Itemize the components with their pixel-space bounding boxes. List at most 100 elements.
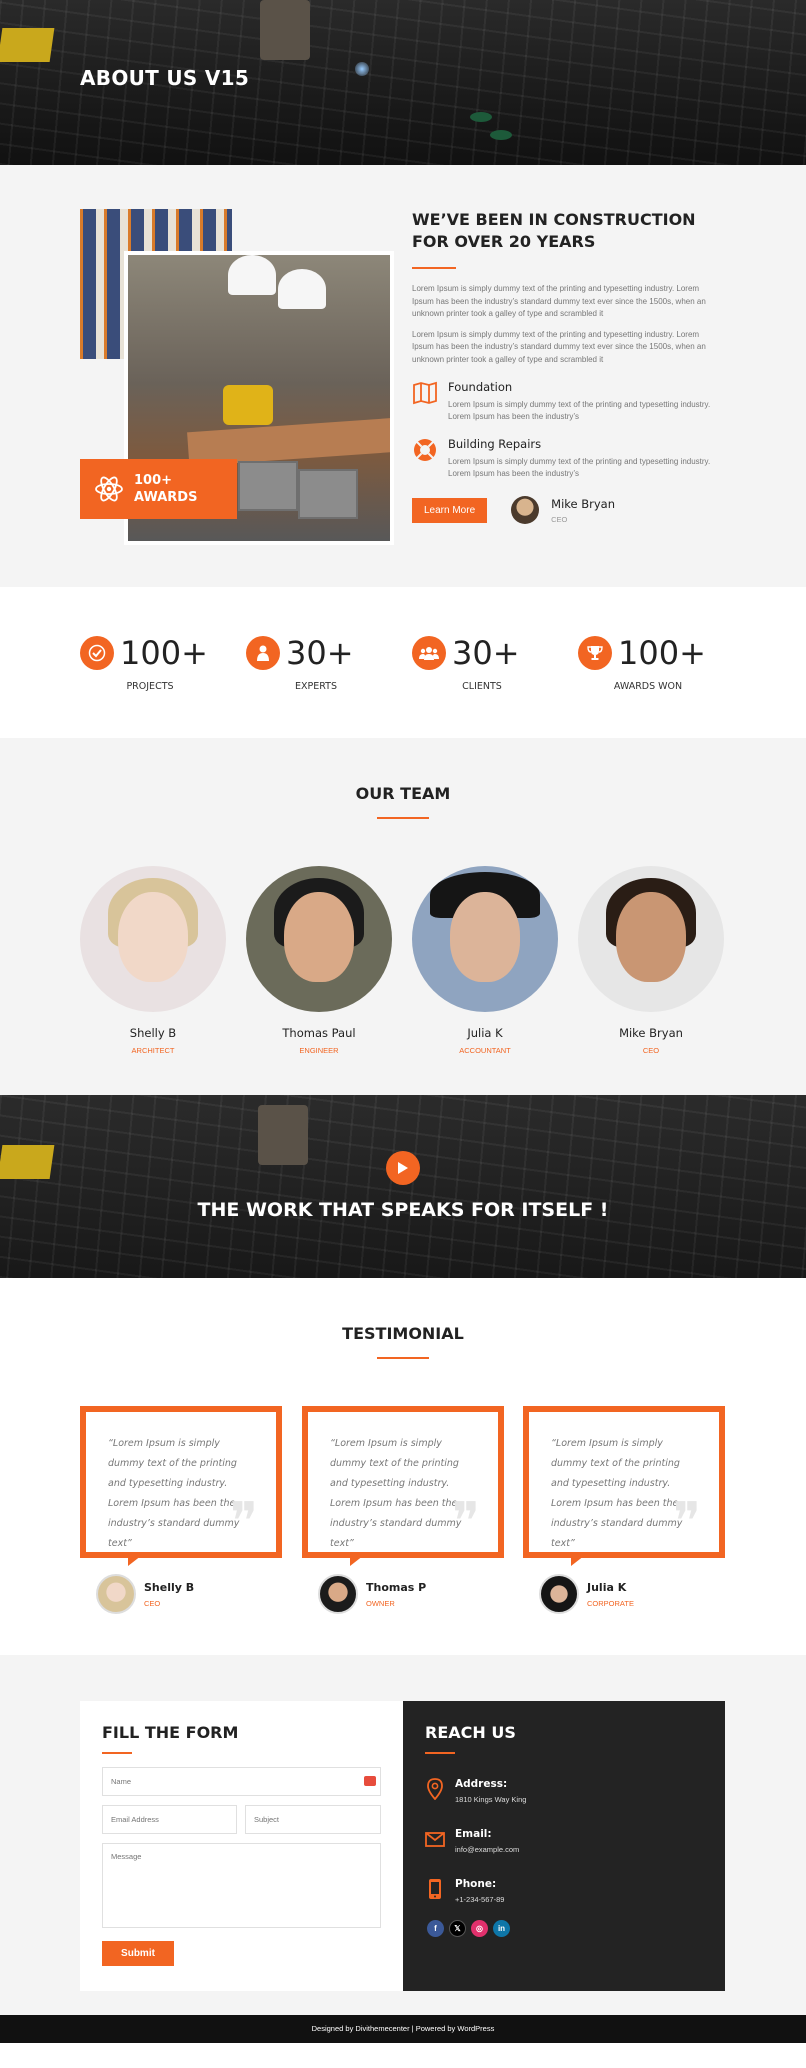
email-field[interactable] — [102, 1805, 237, 1834]
stat-row: 100+ — [578, 635, 718, 671]
envelope-icon — [425, 1832, 445, 1847]
contact-form: FILL THE FORM Submit — [80, 1701, 403, 1991]
avatar — [511, 496, 540, 524]
speech-tail — [350, 1552, 368, 1566]
member-role: CEO — [642, 1046, 660, 1055]
hero-background-marker — [490, 130, 512, 140]
ceo-role: CEO — [551, 514, 568, 524]
email-label: Email: — [455, 1828, 492, 1840]
page: ABOUT US V15 100+ AWARDS WE’VE BEEN IN C… — [0, 0, 806, 2043]
testimonial-author: Julia K CORPORATE — [523, 1574, 725, 1614]
member-photo — [412, 866, 558, 1012]
phone-value[interactable]: +1-234-567-89 — [455, 1895, 504, 1904]
group-icon — [412, 636, 446, 670]
team-title: OUR TEAM — [355, 784, 451, 803]
member-role: ENGINEER — [299, 1046, 339, 1055]
phone-label: Phone: — [455, 1878, 497, 1890]
author-name: Thomas P — [366, 1580, 427, 1594]
author-info: Thomas P OWNER — [366, 1581, 426, 1608]
about-content: WE’VE BEEN IN CONSTRUCTION FOR OVER 20 Y… — [412, 209, 722, 524]
stat-label: EXPERTS — [295, 681, 337, 692]
lifebuoy-icon — [414, 439, 436, 461]
stat-row: 100+ — [80, 635, 220, 671]
feature-text: Lorem Ipsum is simply dummy text of the … — [448, 400, 711, 421]
stat-experts: 30+ EXPERTS — [246, 635, 386, 692]
subject-field[interactable] — [245, 1805, 381, 1834]
x-twitter-icon[interactable]: 𝕏 — [449, 1920, 466, 1937]
site-footer: Designed by Divithemecenter | Powered by… — [0, 2015, 806, 2043]
feature-title: Foundation — [448, 380, 513, 394]
author-role: CEO — [144, 1598, 161, 1608]
address-value: 1810 Kings Way King — [455, 1795, 527, 1804]
name-field[interactable] — [102, 1767, 381, 1796]
stat-awards: 100+ AWARDS WON — [578, 635, 718, 692]
stat-number: 100+ — [120, 634, 208, 672]
stat-label: PROJECTS — [126, 681, 174, 692]
testimonial-quote: “Lorem Ipsum is simply dummy text of the… — [108, 1438, 240, 1549]
instagram-icon[interactable]: ◎ — [471, 1920, 488, 1937]
team-member[interactable]: Thomas Paul ENGINEER — [246, 866, 392, 1055]
about-paragraph: Lorem Ipsum is simply dummy text of the … — [412, 284, 706, 318]
video-banner: THE WORK THAT SPEAKS FOR ITSELF ! — [0, 1095, 806, 1278]
section-divider — [377, 1357, 429, 1359]
avatar — [96, 1574, 136, 1614]
author-info: Julia K CORPORATE — [587, 1581, 634, 1608]
about-section: 100+ AWARDS WE’VE BEEN IN CONSTRUCTION F… — [0, 165, 806, 587]
atom-icon — [95, 476, 123, 502]
testimonial-card: “Lorem Ipsum is simply dummy text of the… — [523, 1406, 725, 1614]
play-button[interactable] — [386, 1151, 420, 1185]
team-member[interactable]: Shelly B ARCHITECT — [80, 866, 226, 1055]
testimonial-card: “Lorem Ipsum is simply dummy text of the… — [80, 1406, 282, 1614]
learn-more-button[interactable]: Learn More — [412, 497, 488, 523]
linkedin-icon[interactable]: in — [493, 1920, 510, 1937]
cinder-block-shape — [238, 461, 298, 511]
team-member[interactable]: Mike Bryan CEO — [578, 866, 724, 1055]
person-icon — [246, 636, 280, 670]
email-item: Email: info@example.com — [425, 1828, 703, 1854]
speech-tail — [128, 1552, 146, 1566]
stat-clients: 30+ CLIENTS — [412, 635, 552, 692]
email-value[interactable]: info@example.com — [455, 1845, 519, 1854]
member-name: Mike Bryan — [619, 1026, 683, 1040]
member-name: Shelly B — [129, 1026, 177, 1040]
hero-background-bucket — [0, 28, 55, 62]
member-photo — [578, 866, 724, 1012]
author-role: CORPORATE — [587, 1598, 634, 1608]
testimonial-section: TESTIMONIAL “Lorem Ipsum is simply dummy… — [0, 1278, 806, 1655]
testimonial-box: “Lorem Ipsum is simply dummy text of the… — [523, 1406, 725, 1558]
heading-divider — [412, 267, 456, 269]
phone-item: Phone: +1-234-567-89 — [425, 1878, 703, 1904]
facebook-icon[interactable]: f — [427, 1920, 444, 1937]
feature-foundation: Foundation Lorem Ipsum is simply dummy t… — [412, 380, 722, 423]
stat-projects: 100+ PROJECTS — [80, 635, 220, 692]
section-divider — [377, 817, 429, 819]
saw-shape — [223, 385, 273, 425]
about-paragraph: Lorem Ipsum is simply dummy text of the … — [412, 329, 706, 364]
reach-us-panel: REACH US Address: 1810 Kings Way King Em… — [403, 1701, 725, 1991]
submit-button[interactable]: Submit — [102, 1941, 174, 1966]
trophy-icon — [578, 636, 612, 670]
form-title: FILL THE FORM — [102, 1723, 239, 1742]
video-heading: THE WORK THAT SPEAKS FOR ITSELF ! — [197, 1199, 609, 1221]
awards-count: 100+ — [134, 473, 173, 488]
face-shape — [450, 892, 520, 982]
autofill-icon[interactable] — [364, 1776, 376, 1786]
hero-background-worker — [260, 0, 310, 60]
author-role: OWNER — [366, 1598, 395, 1608]
member-photo — [246, 866, 392, 1012]
hero-background-marker — [470, 112, 492, 122]
feature-text: Lorem Ipsum is simply dummy text of the … — [448, 457, 711, 478]
stat-number: 100+ — [618, 634, 706, 672]
testimonial-box: “Lorem Ipsum is simply dummy text of the… — [302, 1406, 504, 1558]
testimonial-quote: “Lorem Ipsum is simply dummy text of the… — [330, 1438, 462, 1549]
cinder-block-shape — [298, 469, 358, 519]
stat-label: AWARDS WON — [613, 681, 683, 692]
message-field[interactable] — [102, 1843, 381, 1928]
testimonial-card: “Lorem Ipsum is simply dummy text of the… — [302, 1406, 504, 1614]
face-shape — [118, 892, 188, 982]
team-member[interactable]: Julia K ACCOUNTANT — [412, 866, 558, 1055]
section-divider — [102, 1752, 132, 1754]
ceo-name: Mike Bryan — [551, 496, 615, 511]
author-info: Shelly B CEO — [144, 1581, 194, 1608]
address-item: Address: 1810 Kings Way King — [425, 1778, 703, 1804]
